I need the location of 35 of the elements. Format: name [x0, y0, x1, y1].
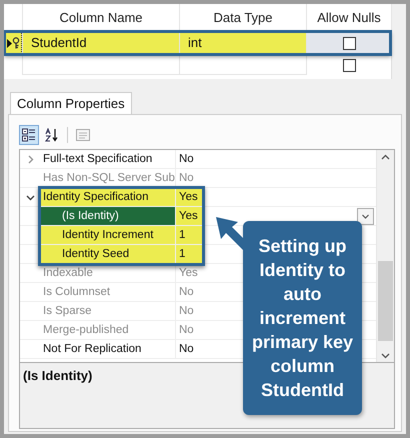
callout: Setting up Identity to auto increment primary key column StudentId [243, 221, 362, 415]
chevron-down-icon[interactable] [26, 192, 34, 202]
property-name[interactable]: Identity Specification [40, 188, 176, 206]
property-name[interactable]: (Is Identity) [40, 207, 176, 225]
property-value[interactable]: 1 [176, 226, 202, 244]
scrollbar[interactable] [376, 150, 394, 362]
data-type-cell[interactable]: int [180, 31, 307, 55]
column-name-cell[interactable] [23, 55, 180, 75]
property-name[interactable]: Identity Seed [40, 245, 176, 263]
dropdown-button[interactable] [357, 208, 374, 224]
allow-nulls-checkbox[interactable] [343, 58, 356, 72]
chevron-up-icon [381, 154, 390, 160]
column-header[interactable]: Data Type [180, 4, 307, 31]
property-value[interactable]: No [176, 150, 202, 168]
categorized-button[interactable] [19, 125, 39, 145]
property-value[interactable]: No [176, 340, 202, 358]
property-value[interactable]: Yes [176, 188, 202, 206]
row-selector[interactable] [4, 31, 23, 55]
property-name[interactable]: Full-text Specification [40, 150, 176, 168]
data-type-cell[interactable] [180, 55, 307, 75]
property-name[interactable]: Identity Increment [40, 226, 176, 244]
chevron-down-icon [381, 352, 390, 358]
property-value[interactable]: Yes [176, 207, 202, 225]
property-name[interactable]: Not For Replication [40, 340, 176, 358]
column-header[interactable]: Column Name [23, 4, 180, 31]
key-icon [12, 37, 20, 49]
allow-nulls-checkbox[interactable] [343, 36, 356, 50]
chevron-right-icon[interactable] [26, 154, 34, 164]
description-title: (Is Identity) [23, 368, 92, 383]
column-header[interactable]: Allow Nulls [307, 4, 392, 31]
tab[interactable]: Column Properties [10, 92, 132, 114]
chevron-down-icon [361, 212, 370, 220]
property-value[interactable]: 1 [176, 245, 202, 263]
column-name-cell[interactable]: StudentId [23, 31, 180, 55]
current-row-icon [6, 38, 12, 48]
